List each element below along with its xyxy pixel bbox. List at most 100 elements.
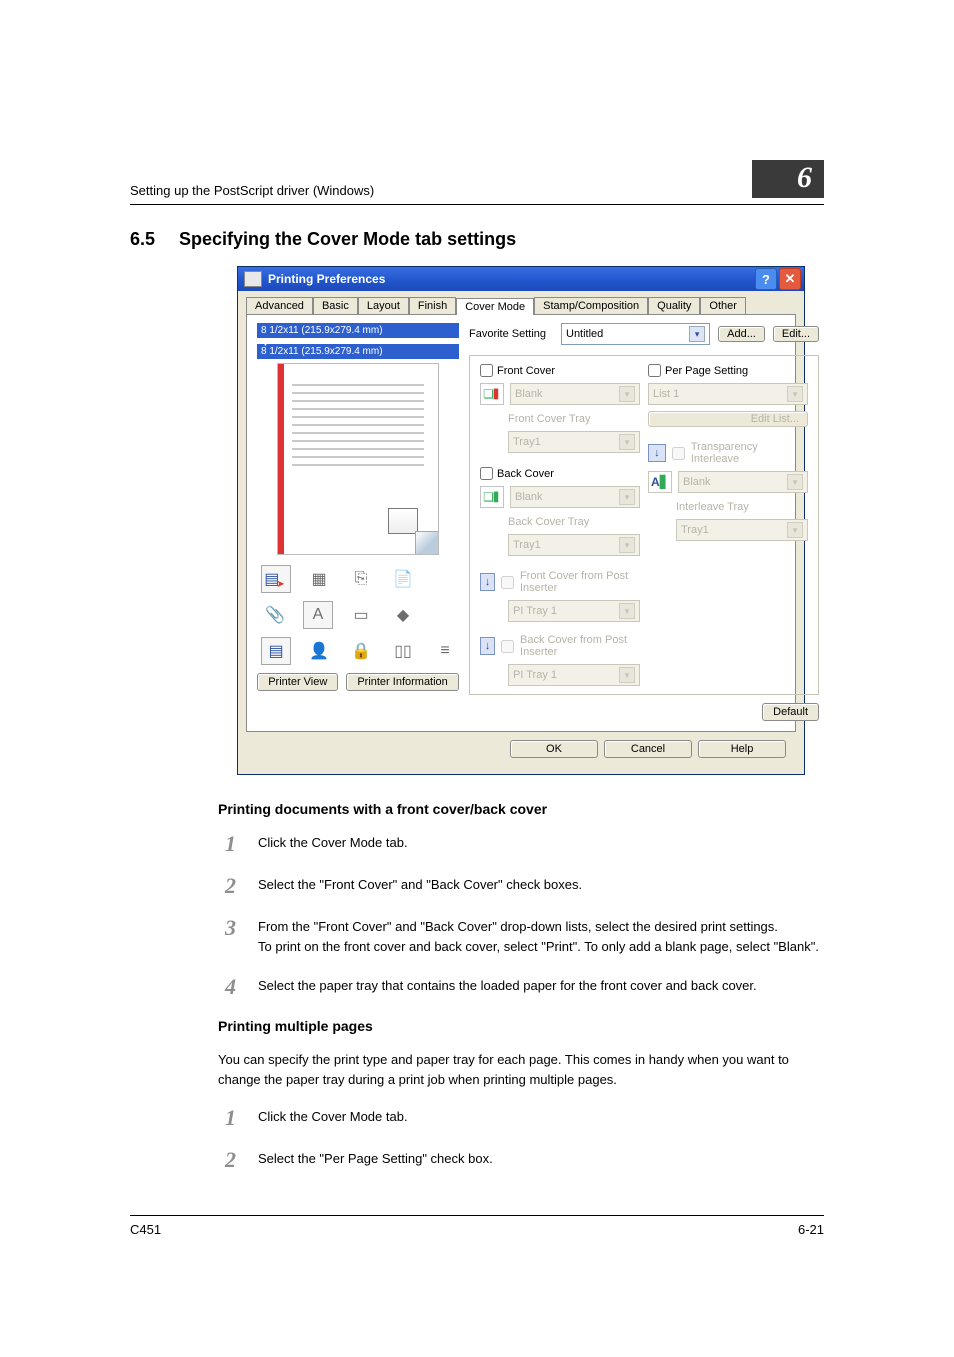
chevron-down-icon: ▾ [619,537,635,553]
user-icon[interactable]: 👤 [305,638,333,664]
duplex-icon[interactable]: ⎘ [347,566,375,592]
step-number: 1 [218,1107,236,1129]
color-icon[interactable]: ◆ [389,602,417,628]
output-icon[interactable]: 📄 [389,566,417,592]
per-page-setting-checkbox[interactable]: Per Page Setting [648,364,808,377]
footer-right: 6-21 [798,1222,824,1237]
step-number: 4 [218,976,236,998]
printing-preferences-dialog: Printing Preferences ? ✕ Advanced Basic … [237,266,805,775]
step-number: 1 [218,833,236,855]
step-text: Click the Cover Mode tab. [258,833,824,855]
interleave-tray-dropdown: Tray1▾ [676,519,808,541]
chevron-down-icon: ▾ [619,603,635,619]
ok-button[interactable]: OK [510,740,598,758]
front-inserter-label: Front Cover from Post Inserter [520,570,640,594]
step-text: Select the "Per Page Setting" check box. [258,1149,824,1171]
tab-layout[interactable]: Layout [358,297,409,314]
add-button[interactable]: Add... [718,326,765,342]
subheading-front-back: Printing documents with a front cover/ba… [218,801,824,817]
step-number: 2 [218,1149,236,1171]
help-icon[interactable]: ? [755,268,777,290]
edit-button[interactable]: Edit... [773,326,819,342]
paper-size-label-1: 8 1/2x11 (215.9x279.4 mm) [257,323,459,338]
back-cover-checkbox[interactable]: Back Cover [480,467,640,480]
front-cover-label: Front Cover [497,365,555,377]
cancel-button[interactable]: Cancel [604,740,692,758]
per-page-list-dropdown[interactable]: List 1▾ [648,383,808,405]
subheading-multiple-pages: Printing multiple pages [218,1018,824,1034]
front-cover-tray-dropdown[interactable]: Tray1▾ [508,431,640,453]
help-button[interactable]: Help [698,740,786,758]
nup-icon[interactable]: ▦ [305,566,333,592]
section-title: Specifying the Cover Mode tab settings [179,229,516,250]
lock-icon[interactable]: 🔒 [347,638,375,664]
back-cover-label: Back Cover [497,468,554,480]
step-number: 3 [218,917,236,956]
tab-stamp[interactable]: Stamp/Composition [534,297,648,314]
footer-left: C451 [130,1222,161,1237]
chevron-down-icon: ▾ [689,326,705,342]
printer-view-button[interactable]: Printer View [257,673,338,691]
pages-icon[interactable]: ▯▯ [389,638,417,664]
back-cover-checkbox-input[interactable] [480,467,493,480]
interleave-icon: A▋ [648,471,672,493]
orientation-icon[interactable]: ▤➤ [261,565,291,593]
per-page-setting-checkbox-input[interactable] [648,364,661,377]
chevron-down-icon: ▾ [619,386,635,402]
tab-finish[interactable]: Finish [409,297,456,314]
tab-basic[interactable]: Basic [313,297,358,314]
running-header: Setting up the PostScript driver (Window… [130,183,374,198]
transparency-checkbox-input [672,447,685,460]
chapter-number-badge: 6 [752,160,824,198]
back-inserter-label: Back Cover from Post Inserter [520,634,640,658]
chevron-down-icon: ▾ [787,386,803,402]
header-rule [130,204,824,205]
list-icon[interactable]: ▤ [261,637,291,665]
step-number: 2 [218,875,236,897]
edit-list-button: Edit List... [648,411,808,427]
back-cover-tray-dropdown[interactable]: Tray1▾ [508,534,640,556]
front-cover-checkbox-input[interactable] [480,364,493,377]
staple-icon[interactable]: 📎 [261,602,289,628]
back-cover-tray-label: Back Cover Tray [508,516,640,528]
close-icon[interactable]: ✕ [779,268,801,290]
tab-advanced[interactable]: Advanced [246,297,313,314]
favorite-setting-value: Untitled [566,328,603,340]
titlebar[interactable]: Printing Preferences ? ✕ [238,267,804,291]
tab-quality[interactable]: Quality [648,297,700,314]
intro-paragraph: You can specify the print type and paper… [218,1050,824,1089]
front-cover-tray-label: Front Cover Tray [508,413,640,425]
page-preview [277,363,439,555]
front-inserter-checkbox: ↓ Front Cover from Post Inserter [480,570,640,594]
favorite-setting-label: Favorite Setting [469,328,553,340]
down-arrow-icon: ↓ [480,637,495,655]
back-cover-icon: ❏▋ [480,486,504,508]
down-arrow-icon: ↓ [648,444,666,462]
chevron-down-icon: ▾ [619,434,635,450]
booklet-icon[interactable]: ▭ [347,602,375,628]
chevron-down-icon: ▾ [787,522,803,538]
corner-peel-icon [415,531,438,554]
chevron-down-icon: ▾ [619,489,635,505]
front-cover-checkbox[interactable]: Front Cover [480,364,640,377]
step-text: Select the paper tray that contains the … [258,976,824,998]
letter-a-icon[interactable]: A [303,601,333,629]
paper-size-label-2: 8 1/2x11 (215.9x279.4 mm) [257,344,459,359]
interleave-tray-label: Interleave Tray [676,501,808,513]
default-button[interactable]: Default [762,703,819,721]
front-cover-mode-dropdown[interactable]: Blank▾ [510,383,640,405]
transparency-label: Transparency Interleave [691,441,808,465]
step-text: Click the Cover Mode tab. [258,1107,824,1129]
back-inserter-checkbox: ↓ Back Cover from Post Inserter [480,634,640,658]
back-inserter-checkbox-input [501,640,514,653]
printer-info-button[interactable]: Printer Information [346,673,458,691]
front-inserter-tray-dropdown: PI Tray 1▾ [508,600,640,622]
lines-icon[interactable]: ≡ [431,638,459,664]
tab-covermode[interactable]: Cover Mode [456,298,534,315]
favorite-setting-dropdown[interactable]: Untitled ▾ [561,323,710,345]
front-inserter-checkbox-input [501,576,514,589]
tab-other[interactable]: Other [700,297,746,314]
back-cover-mode-dropdown[interactable]: Blank▾ [510,486,640,508]
transparency-mode-dropdown: Blank▾ [678,471,808,493]
footer-rule [130,1215,824,1216]
